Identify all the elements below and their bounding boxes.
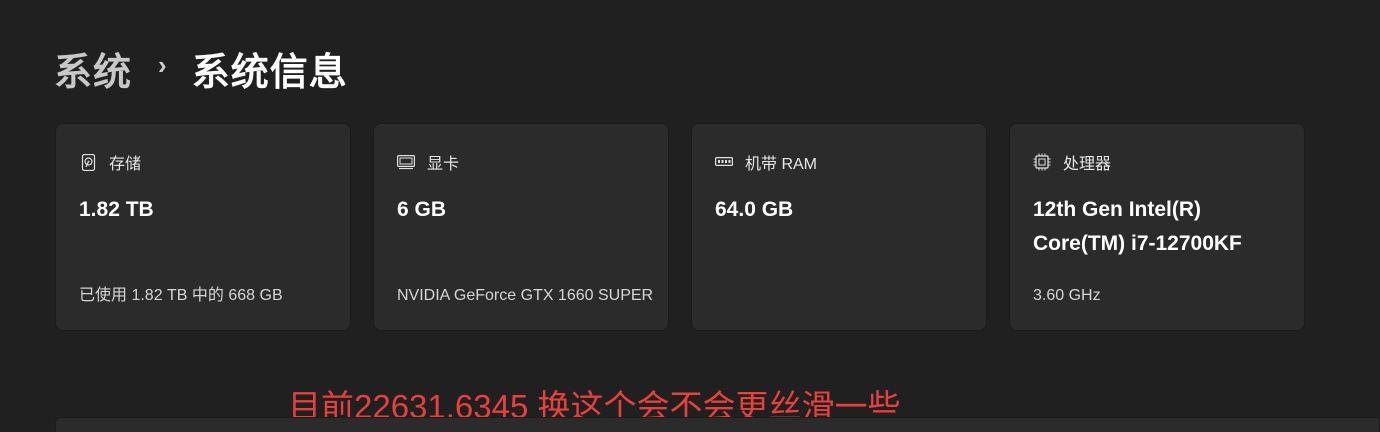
storage-drive-icon bbox=[79, 153, 97, 171]
storage-card[interactable]: 存储 1.82 TB 已使用 1.82 TB 中的 668 GB bbox=[55, 123, 351, 331]
system-info-page: 系统 › 系统信息 存储 1.82 TB 已使用 1.82 TB 中的 668 … bbox=[0, 0, 1380, 432]
storage-label: 存储 bbox=[109, 156, 142, 173]
storage-usage: 已使用 1.82 TB 中的 668 GB bbox=[79, 287, 283, 304]
ram-card[interactable]: 机带 RAM 64.0 GB bbox=[691, 123, 987, 331]
spec-cards: 存储 1.82 TB 已使用 1.82 TB 中的 668 GB 显卡 6 GB… bbox=[55, 123, 1305, 331]
processor-card[interactable]: 处理器 12th Gen Intel(R) Core(TM) i7-12700K… bbox=[1009, 123, 1305, 331]
ram-card-header: 机带 RAM bbox=[715, 150, 817, 174]
graphics-card-model: NVIDIA GeForce GTX 1660 SUPER bbox=[397, 287, 654, 304]
ram-value: 64.0 GB bbox=[715, 198, 794, 221]
breadcrumb: 系统 › 系统信息 bbox=[54, 40, 348, 96]
graphics-card-icon bbox=[397, 153, 415, 171]
ram-icon bbox=[715, 153, 733, 171]
processor-chip-icon bbox=[1033, 153, 1051, 171]
storage-card-header: 存储 bbox=[79, 150, 141, 174]
processor-speed: 3.60 GHz bbox=[1033, 287, 1101, 304]
page-title: 系统信息 bbox=[191, 51, 348, 94]
ram-label: 机带 RAM bbox=[745, 156, 818, 173]
graphics-memory-value: 6 GB bbox=[397, 198, 447, 221]
processor-card-header: 处理器 bbox=[1033, 150, 1111, 174]
breadcrumb-system-link[interactable]: 系统 bbox=[54, 41, 132, 96]
graphics-label: 显卡 bbox=[427, 156, 460, 173]
processor-label: 处理器 bbox=[1063, 156, 1112, 173]
processor-model: 12th Gen Intel(R) Core(TM) i7-12700KF bbox=[1033, 198, 1242, 255]
storage-value: 1.82 TB bbox=[79, 198, 154, 221]
bottom-settings-panel bbox=[55, 417, 1380, 432]
graphics-card[interactable]: 显卡 6 GB NVIDIA GeForce GTX 1660 SUPER bbox=[373, 123, 669, 331]
chevron-right-icon: › bbox=[158, 49, 168, 80]
graphics-card-header: 显卡 bbox=[397, 150, 459, 174]
